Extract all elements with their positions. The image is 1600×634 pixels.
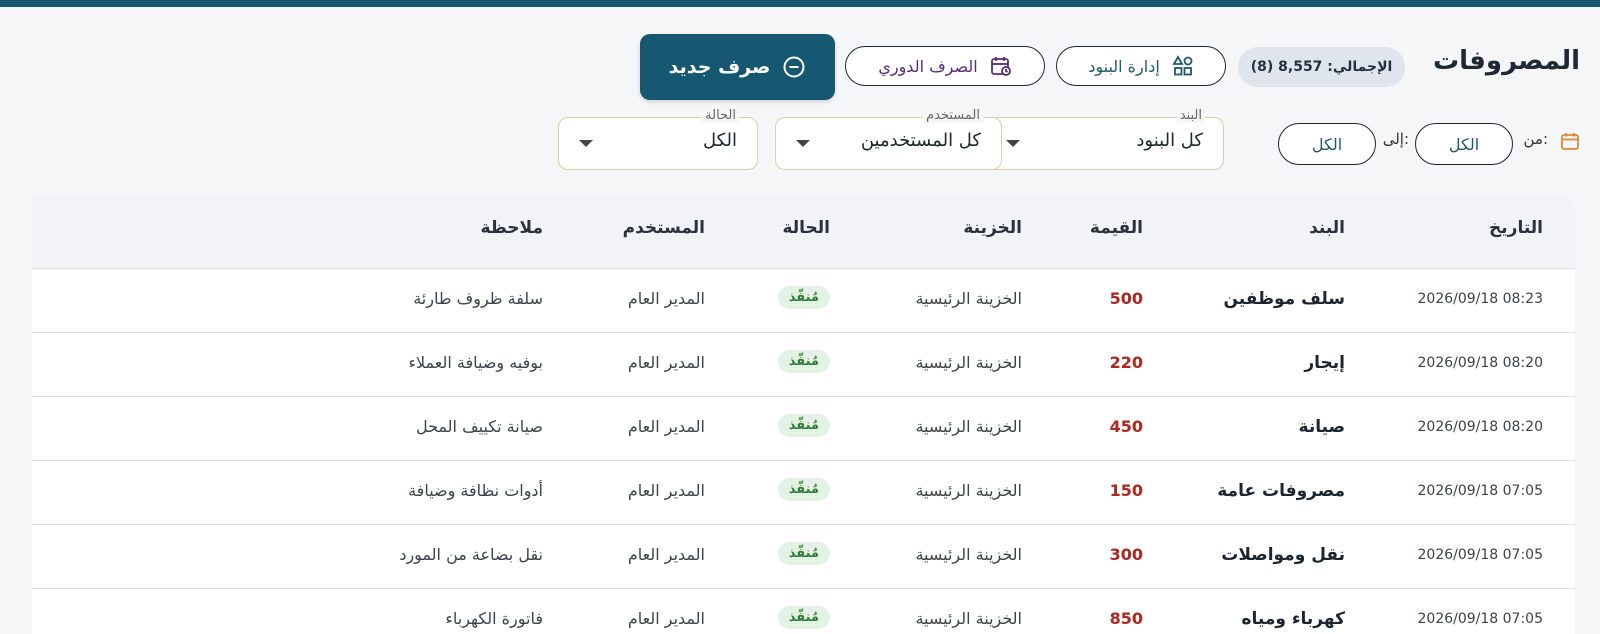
column-header-date[interactable]: التاريخ bbox=[1489, 218, 1543, 238]
calendar-icon bbox=[1560, 131, 1580, 155]
status-badge: مُنفّذ bbox=[777, 414, 830, 437]
user-filter-legend: المستخدم bbox=[923, 108, 983, 123]
status-filter-legend: الحالة bbox=[702, 108, 739, 123]
item-filter-select[interactable]: البند كل البنود bbox=[985, 108, 1224, 170]
row-treasury: الخزينة الرئيسية bbox=[915, 353, 1022, 372]
item-filter-legend: البند bbox=[1176, 108, 1205, 123]
top-accent-bar bbox=[0, 0, 1600, 7]
row-amount: 850 bbox=[1109, 609, 1143, 628]
row-date: 2026/09/18 08:20 bbox=[1417, 419, 1544, 435]
row-item: إيجار bbox=[1304, 353, 1345, 373]
row-note: نقل بضاعة من المورد bbox=[399, 545, 543, 564]
status-filter-value: الكل bbox=[702, 130, 737, 151]
new-expense-label: صرف جديد bbox=[668, 56, 771, 78]
row-note: سلفة ظروف طارئة bbox=[413, 289, 543, 308]
row-date: 2026/09/18 08:20 bbox=[1417, 355, 1544, 371]
row-treasury: الخزينة الرئيسية bbox=[915, 545, 1022, 564]
row-user: المدير العام bbox=[627, 289, 705, 308]
table-row[interactable]: 2026/09/18 07:05 كهرباء ومياه 850 الخزين… bbox=[32, 589, 1575, 634]
page-title: المصروفات bbox=[1433, 46, 1580, 76]
row-amount: 150 bbox=[1109, 481, 1143, 500]
status-badge: مُنفّذ bbox=[777, 350, 830, 373]
minus-circle-icon bbox=[782, 55, 806, 79]
row-note: بوفيه وضيافة العملاء bbox=[408, 353, 543, 372]
row-date: 2026/09/18 07:05 bbox=[1417, 483, 1544, 499]
row-user: المدير العام bbox=[627, 417, 705, 436]
status-filter-select[interactable]: الحالة الكل bbox=[558, 108, 758, 170]
status-badge: مُنفّذ bbox=[777, 478, 830, 501]
status-badge: مُنفّذ bbox=[777, 286, 830, 309]
chevron-down-icon bbox=[1006, 140, 1020, 147]
row-date: 2026/09/18 08:23 bbox=[1417, 291, 1544, 307]
table-row[interactable]: 2026/09/18 08:20 صيانة 450 الخزينة الرئي… bbox=[32, 397, 1575, 461]
column-header-amount[interactable]: القيمة bbox=[1090, 218, 1143, 238]
table-header: التاريخ البند القيمة الخزينة الحالة المس… bbox=[32, 194, 1575, 269]
manage-items-button[interactable]: إدارة البنود bbox=[1056, 46, 1226, 86]
periodic-expense-button[interactable]: الصرف الدوري bbox=[845, 46, 1045, 86]
row-treasury: الخزينة الرئيسية bbox=[915, 609, 1022, 628]
column-header-user[interactable]: المستخدم bbox=[623, 218, 705, 238]
row-item: مصروفات عامة bbox=[1217, 481, 1345, 501]
user-filter-value: كل المستخدمين bbox=[860, 130, 981, 151]
row-note: أدوات نظافة وضيافة bbox=[408, 481, 543, 500]
row-date: 2026/09/18 07:05 bbox=[1417, 611, 1544, 627]
to-date-button[interactable]: الكل bbox=[1278, 123, 1376, 165]
to-label: إلى: bbox=[1382, 130, 1409, 148]
row-item: نقل ومواصلات bbox=[1221, 545, 1345, 565]
periodic-expense-label: الصرف الدوري bbox=[878, 56, 978, 76]
manage-items-label: إدارة البنود bbox=[1088, 56, 1160, 76]
row-user: المدير العام bbox=[627, 545, 705, 564]
row-note: صيانة تكييف المحل bbox=[415, 417, 543, 436]
row-treasury: الخزينة الرئيسية bbox=[915, 417, 1022, 436]
row-user: المدير العام bbox=[627, 481, 705, 500]
row-item: كهرباء ومياه bbox=[1241, 609, 1345, 629]
column-header-note[interactable]: ملاحظة bbox=[480, 218, 543, 238]
row-date: 2026/09/18 07:05 bbox=[1417, 547, 1544, 563]
row-amount: 500 bbox=[1109, 289, 1143, 308]
column-header-item[interactable]: البند bbox=[1309, 218, 1345, 238]
row-amount: 220 bbox=[1109, 353, 1143, 372]
from-date-button[interactable]: الكل bbox=[1415, 123, 1513, 165]
table-row[interactable]: 2026/09/18 07:05 مصروفات عامة 150 الخزين… bbox=[32, 461, 1575, 525]
row-amount: 300 bbox=[1109, 545, 1143, 564]
row-user: المدير العام bbox=[627, 609, 705, 628]
row-treasury: الخزينة الرئيسية bbox=[915, 481, 1022, 500]
item-filter-value: كل البنود bbox=[1136, 130, 1203, 151]
status-badge: مُنفّذ bbox=[777, 606, 830, 629]
from-label: من: bbox=[1523, 130, 1548, 148]
expenses-table: التاريخ البند القيمة الخزينة الحالة المس… bbox=[32, 194, 1575, 634]
table-row[interactable]: 2026/09/18 07:05 نقل ومواصلات 300 الخزين… bbox=[32, 525, 1575, 589]
shapes-icon bbox=[1172, 55, 1194, 77]
calendar-repeat-icon bbox=[990, 55, 1012, 77]
column-header-status[interactable]: الحالة bbox=[782, 218, 830, 238]
row-user: المدير العام bbox=[627, 353, 705, 372]
total-badge: الإجمالي: 8,557 (8) bbox=[1238, 47, 1405, 87]
column-header-treasury[interactable]: الخزينة bbox=[963, 218, 1022, 238]
new-expense-button[interactable]: صرف جديد bbox=[640, 34, 835, 100]
row-note: فاتورة الكهرباء bbox=[445, 609, 543, 628]
chevron-down-icon bbox=[796, 140, 810, 147]
status-badge: مُنفّذ bbox=[777, 542, 830, 565]
row-amount: 450 bbox=[1109, 417, 1143, 436]
table-row[interactable]: 2026/09/18 08:20 إيجار 220 الخزينة الرئي… bbox=[32, 333, 1575, 397]
user-filter-select[interactable]: المستخدم كل المستخدمين bbox=[775, 108, 1002, 170]
row-item: صيانة bbox=[1298, 417, 1345, 437]
table-row[interactable]: 2026/09/18 08:23 سلف موظفين 500 الخزينة … bbox=[32, 269, 1575, 333]
chevron-down-icon bbox=[579, 140, 593, 147]
row-treasury: الخزينة الرئيسية bbox=[915, 289, 1022, 308]
row-item: سلف موظفين bbox=[1223, 289, 1346, 309]
